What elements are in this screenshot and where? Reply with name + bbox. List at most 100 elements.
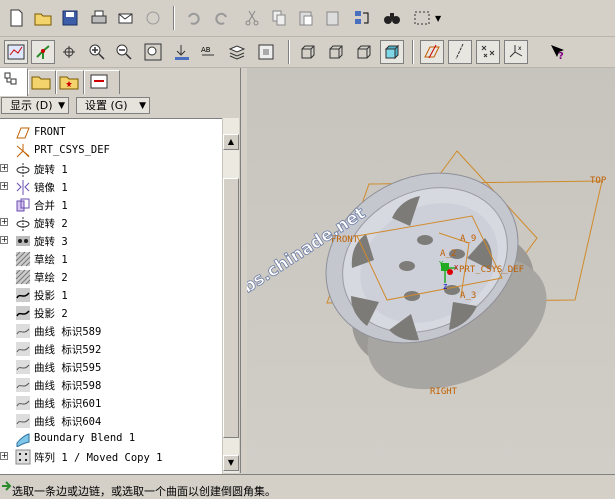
graphics-window[interactable]: TOP FRONT RIGHT PRT_CSYS_DEF A_9 A_2 A_3… [247, 68, 615, 473]
curve-icon [16, 396, 30, 410]
tab-folder-browser[interactable] [28, 70, 56, 94]
expand-icon[interactable]: + [0, 236, 8, 244]
tree-item-revolve-1[interactable]: + 旋转 1 [0, 160, 222, 178]
view-manager-icon[interactable] [254, 40, 278, 64]
paste-special-icon[interactable] [321, 6, 345, 30]
open-folder-icon[interactable] [31, 6, 55, 30]
sketch-icon [15, 269, 31, 285]
datum-axes-icon[interactable] [448, 40, 472, 64]
revolve-icon [16, 163, 30, 177]
zoom-in-icon[interactable] [85, 40, 109, 64]
tree-item-curve-589[interactable]: 曲线 标识589 [0, 322, 222, 340]
send-mail-icon[interactable] [114, 6, 138, 30]
tree-item-csys[interactable]: PRT_CSYS_DEF [0, 142, 222, 160]
curve-icon [16, 378, 30, 392]
tree-item-label: 曲线 标识601 [34, 398, 102, 410]
tree-item-project-2[interactable]: 投影 2 [0, 304, 222, 322]
scroll-down-icon[interactable]: ▼ [223, 455, 239, 471]
standard-toolbar: ▼ [0, 0, 615, 37]
tree-item-label: 曲线 标识595 [34, 362, 102, 374]
cut-icon[interactable] [240, 6, 264, 30]
axis-a9-label: A_9 [460, 234, 476, 244]
tree-item-curve-592[interactable]: 曲线 标识592 [0, 340, 222, 358]
tree-item-label: 镜像 1 [34, 182, 68, 194]
tree-item-label: 曲线 标识604 [34, 416, 102, 428]
find-binoculars-icon[interactable] [380, 6, 404, 30]
settings-dropdown-arrow-icon: ▼ [139, 101, 146, 111]
redo-icon[interactable] [209, 6, 233, 30]
save-icon[interactable] [58, 6, 82, 30]
reorient-icon[interactable] [170, 40, 194, 64]
view-toolbar: AB x ? [0, 37, 615, 68]
tree-item-front[interactable]: FRONT [0, 124, 222, 142]
tree-item-sketch-2[interactable]: 草绘 2 [0, 268, 222, 286]
status-arrow-icon [2, 481, 12, 491]
model-tree[interactable]: FRONT PRT_CSYS_DEF + 旋转 1 + 镜像 1 合并 1 + … [0, 118, 222, 474]
tree-item-sketch-1[interactable]: 草绘 1 [0, 250, 222, 268]
tree-item-merge-1[interactable]: 合并 1 [0, 196, 222, 214]
tab-connections[interactable] [84, 70, 120, 94]
wireframe-icon[interactable] [296, 40, 320, 64]
datum-display-icon[interactable] [31, 40, 55, 64]
saved-views-icon[interactable]: AB [197, 40, 221, 64]
svg-text:AB: AB [201, 46, 211, 54]
settings-menu-label: 设置 (G) [85, 99, 128, 112]
zoom-out-icon[interactable] [112, 40, 136, 64]
tab-model-tree[interactable] [0, 68, 28, 96]
curve-icon [16, 360, 30, 374]
tree-item-curve-601[interactable]: 曲线 标识601 [0, 394, 222, 412]
project-icon [16, 306, 30, 320]
tree-item-curve-598[interactable]: 曲线 标识598 [0, 376, 222, 394]
datum-points-icon[interactable] [476, 40, 500, 64]
shading-icon[interactable] [380, 40, 404, 64]
regenerate-icon[interactable] [350, 6, 374, 30]
context-help-icon[interactable]: ? [546, 40, 570, 64]
settings-menu-button[interactable]: 设置 (G) ▼ [76, 97, 150, 114]
dropdown-arrow-icon[interactable]: ▼ [435, 14, 441, 23]
sketch-icon [15, 251, 31, 267]
refit-icon[interactable] [141, 40, 165, 64]
csys-z-label: Z [443, 283, 447, 291]
select-box-icon[interactable] [410, 6, 434, 30]
spin-center-icon[interactable] [58, 40, 82, 64]
scrollbar-thumb[interactable] [223, 178, 239, 438]
tab-favorites[interactable] [56, 70, 84, 94]
tree-item-project-1[interactable]: 投影 1 [0, 286, 222, 304]
layers-icon[interactable] [225, 40, 249, 64]
boundary-blend-icon [16, 433, 30, 447]
tree-item-revolve-3[interactable]: + 旋转 3 [0, 232, 222, 250]
no-hidden-icon[interactable] [352, 40, 376, 64]
tree-item-label: 曲线 标识592 [34, 344, 102, 356]
undo-icon[interactable] [182, 6, 206, 30]
expand-icon[interactable]: + [0, 182, 8, 190]
lug-hole [399, 261, 415, 271]
tree-item-curve-604[interactable]: 曲线 标识604 [0, 412, 222, 430]
new-file-icon[interactable] [4, 6, 28, 30]
tree-item-revolve-2[interactable]: + 旋转 2 [0, 214, 222, 232]
paste-icon[interactable] [294, 6, 318, 30]
expand-icon[interactable]: + [0, 452, 8, 460]
tree-item-boundary-blend-1[interactable]: Boundary Blend 1 [0, 430, 222, 448]
expand-icon[interactable]: + [0, 218, 8, 226]
print-icon[interactable] [87, 6, 111, 30]
tree-item-mirror-1[interactable]: + 镜像 1 [0, 178, 222, 196]
tree-item-label: 投影 2 [34, 308, 68, 320]
model-view: TOP FRONT RIGHT PRT_CSYS_DEF A_9 A_2 A_3… [247, 150, 607, 397]
datum-plane-icon [16, 127, 30, 139]
window-icon[interactable] [4, 40, 28, 64]
copy-icon[interactable] [267, 6, 291, 30]
mirror-icon [16, 180, 30, 195]
tree-menu-bar: 显示 (D) ▼ 设置 (G) ▼ [0, 96, 240, 116]
tree-item-pattern-1[interactable]: + 阵列 1 / Moved Copy 1 [0, 448, 222, 466]
datum-planes-icon[interactable] [420, 40, 444, 64]
tree-item-curve-595[interactable]: 曲线 标识595 [0, 358, 222, 376]
scroll-up-icon[interactable]: ▲ [223, 134, 239, 150]
panel-splitter[interactable] [240, 68, 247, 473]
tree-scrollbar[interactable]: ▲ ▼ [222, 118, 239, 473]
tree-item-label: 草绘 2 [34, 272, 68, 284]
hidden-line-icon[interactable] [324, 40, 348, 64]
coordinate-systems-icon[interactable]: x [504, 40, 528, 64]
show-menu-button[interactable]: 显示 (D) ▼ [1, 97, 69, 114]
revolve-icon [16, 217, 30, 231]
expand-icon[interactable]: + [0, 164, 8, 172]
